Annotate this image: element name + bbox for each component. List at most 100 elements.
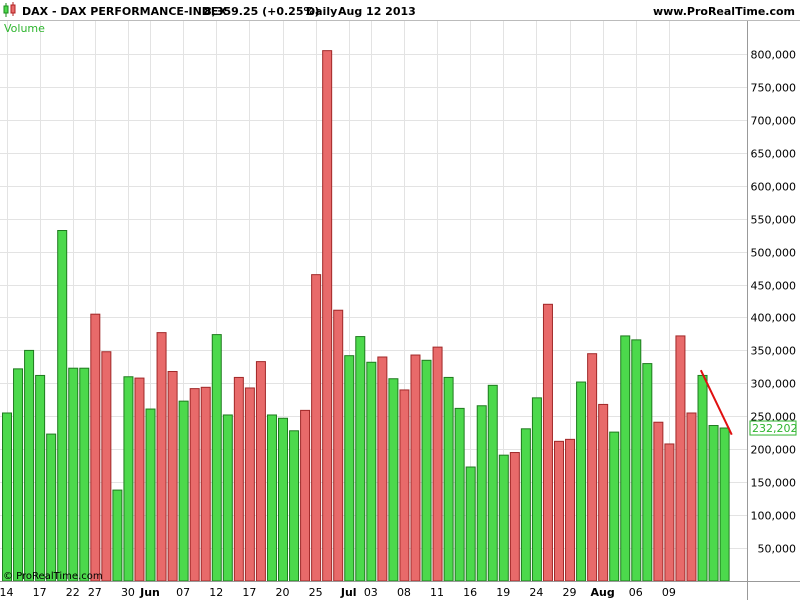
volume-bar — [222, 414, 233, 582]
volume-bar — [289, 430, 300, 582]
x-tick-label: 20 — [276, 586, 290, 599]
y-tick-label: 150,000 — [751, 477, 797, 490]
x-tick-label: 29 — [563, 586, 577, 599]
volume-bar — [13, 368, 24, 582]
volume-bar — [498, 454, 509, 582]
volume-bar — [178, 400, 189, 582]
x-tick-label: 14 — [0, 586, 14, 599]
x-tick-label: 12 — [209, 586, 223, 599]
volume-bar — [686, 412, 697, 582]
watermark: © ProRealTime.com — [3, 571, 103, 582]
volume-bar — [542, 303, 553, 582]
y-tick-label: 600,000 — [751, 181, 797, 194]
volume-bar — [576, 381, 587, 582]
y-tick-label: 100,000 — [751, 510, 797, 523]
volume-bar — [79, 367, 90, 582]
volume-bar — [322, 50, 333, 582]
volume-bar — [355, 336, 366, 582]
x-tick-label: 06 — [629, 586, 643, 599]
volume-bar — [266, 414, 277, 582]
x-tick-label: 25 — [309, 586, 323, 599]
x-tick-label: 22 — [66, 586, 80, 599]
volume-bar — [366, 361, 377, 582]
y-tick-label: 50,000 — [758, 543, 797, 556]
volume-bar — [156, 332, 167, 582]
volume-bar — [46, 433, 57, 582]
instrument-name: DAX - DAX PERFORMANCE-INDEX — [22, 5, 227, 18]
volume-bar — [620, 335, 631, 582]
volume-bar — [145, 408, 156, 582]
x-tick-label: 24 — [529, 586, 543, 599]
period: Daily — [306, 5, 337, 18]
volume-bar — [653, 421, 664, 582]
x-tick-label: 07 — [176, 586, 190, 599]
volume-bar — [631, 339, 642, 582]
x-tick-label: 30 — [121, 586, 135, 599]
x-tick-label: 09 — [662, 586, 676, 599]
volume-bar — [410, 354, 421, 582]
volume-bar — [211, 334, 222, 582]
y-tick-label: 650,000 — [751, 148, 797, 161]
y-tick-label: 200,000 — [751, 444, 797, 457]
volume-bar — [531, 397, 542, 582]
volume-bar — [664, 443, 675, 582]
x-tick-label: Jul — [340, 586, 357, 599]
y-tick-label: 800,000 — [751, 49, 797, 62]
volume-bar — [642, 363, 653, 582]
volume-bar — [244, 387, 255, 582]
y-tick-label: 750,000 — [751, 82, 797, 95]
volume-chart: 50,000100,000150,000200,000250,000300,00… — [0, 0, 800, 600]
x-tick-label: Jun — [139, 586, 160, 599]
x-tick-label: 11 — [430, 586, 444, 599]
volume-bar — [101, 351, 112, 582]
volume-bar — [35, 374, 46, 582]
x-tick-label: 17 — [33, 586, 47, 599]
volume-bar — [421, 359, 432, 582]
volume-bar — [90, 313, 101, 582]
volume-bar — [278, 417, 288, 582]
panel-label: Volume — [4, 22, 45, 35]
volume-bar — [377, 356, 388, 582]
y-tick-label: 300,000 — [751, 378, 797, 391]
volume-bar — [255, 361, 266, 582]
volume-bar — [167, 370, 178, 582]
y-tick-label: 550,000 — [751, 214, 797, 227]
volume-bar — [311, 274, 322, 582]
volume-bar — [200, 386, 211, 582]
volume-bar — [465, 466, 476, 582]
volume-bar — [565, 438, 576, 582]
last-value-label: 232,202 — [752, 422, 798, 435]
volume-bar — [697, 374, 708, 582]
volume-bar — [233, 376, 244, 582]
site-url: www.ProRealTime.com — [653, 5, 795, 18]
volume-bar — [675, 335, 686, 582]
volume-bar — [520, 428, 531, 582]
volume-bar — [68, 367, 79, 582]
y-tick-label: 450,000 — [751, 280, 797, 293]
volume-bar — [598, 403, 609, 582]
volume-bar — [509, 452, 520, 582]
volume-bar — [609, 431, 620, 582]
y-tick-label: 350,000 — [751, 345, 797, 358]
volume-bar — [300, 409, 311, 582]
volume-bar — [554, 440, 564, 582]
volume-bar — [443, 376, 454, 582]
y-tick-label: 700,000 — [751, 115, 797, 128]
volume-bar — [388, 378, 399, 582]
volume-bar — [189, 388, 200, 582]
volume-bar — [708, 425, 719, 582]
volume-bar — [2, 412, 12, 582]
x-tick-label: Aug — [591, 586, 615, 599]
x-tick-label: 08 — [397, 586, 411, 599]
x-tick-label: 03 — [364, 586, 378, 599]
y-tick-label: 500,000 — [751, 247, 797, 260]
volume-bar — [719, 427, 730, 582]
volume-bar — [487, 384, 498, 582]
volume-bar — [587, 353, 598, 582]
volume-bar — [399, 389, 410, 582]
volume-bar — [123, 376, 134, 582]
volume-bar — [24, 349, 35, 582]
x-tick-label: 27 — [88, 586, 102, 599]
volume-bar — [57, 230, 68, 582]
volume-bar — [432, 346, 443, 582]
